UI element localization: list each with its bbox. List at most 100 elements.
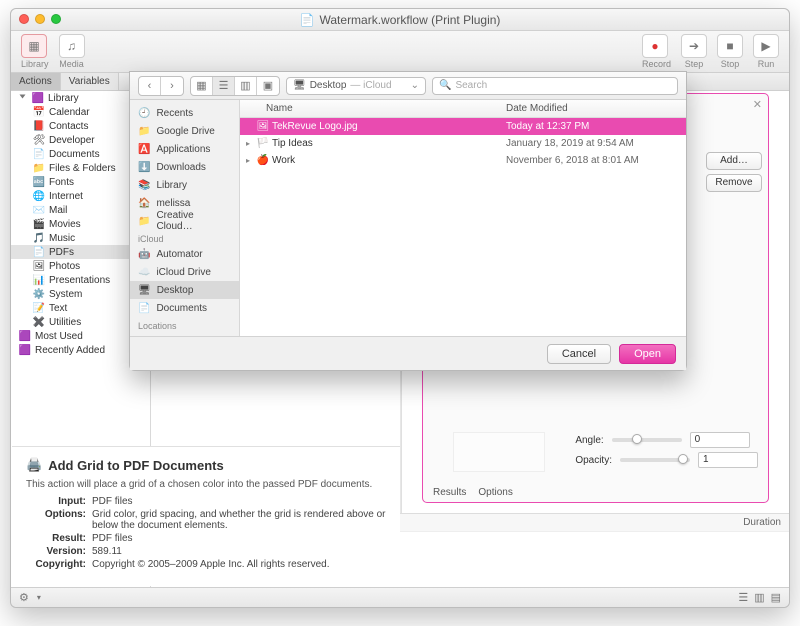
list-view-button[interactable]: ☰ [213,77,235,95]
category-icon: 🛠 [33,134,45,146]
folder-icon: 🏠 [138,198,150,209]
folder-icon: 📁 [138,126,150,137]
category-icon: 🎬 [33,218,45,230]
window-controls [19,14,61,24]
category-icon: 📊 [33,274,45,286]
icloud-documents[interactable]: 📄Documents [130,299,239,317]
opacity-field[interactable]: 1 [698,452,758,468]
favorite-google-drive[interactable]: 📁Google Drive [130,122,239,140]
description-summary: This action will place a grid of a chose… [26,479,386,490]
search-input[interactable]: 🔍 Search [432,77,678,95]
file-row[interactable]: ▸🍎WorkNovember 6, 2018 at 8:01 AM [240,152,686,169]
view-columns-icon[interactable]: ▥ [754,591,764,604]
action-description: 🖨️ Add Grid to PDF Documents This action… [12,446,400,586]
file-name: Work [270,155,506,166]
folder-icon: 🟪 [19,344,31,356]
view-list-icon[interactable]: ☰ [738,591,748,604]
column-view-button[interactable]: ▥ [235,77,257,95]
add-button[interactable]: Add… [706,152,762,170]
category-icon: 🔤 [33,176,45,188]
search-icon: 🔍 [439,80,451,91]
category-icon: ⚙️ [33,288,45,300]
view-mode-buttons: ▦ ☰ ▥ ▣ [190,76,280,96]
icon-view-button[interactable]: ▦ [191,77,213,95]
icloud-header: iCloud [130,230,239,245]
open-button[interactable]: Open [619,344,676,364]
icloud-desktop[interactable]: 🖥Desktop [130,281,239,299]
column-date[interactable]: Date Modified [506,103,686,114]
favorite-recents[interactable]: 🕘Recents [130,104,239,122]
category-icon: ✉️ [33,204,45,216]
view-timeline-icon[interactable]: ▤ [771,591,781,604]
category-icon: 📅 [33,106,45,118]
category-icon: 🎵 [33,232,45,244]
folder-icon: 🟪 [19,330,31,342]
description-title: Add Grid to PDF Documents [48,458,224,473]
angle-slider[interactable] [612,438,682,442]
app-window: 📄 Watermark.workflow (Print Plugin) ▦ Li… [10,8,790,608]
file-name: TekRevue Logo.jpg [270,121,506,132]
folder-icon: 🅰️ [138,144,150,155]
close-window-button[interactable] [19,14,29,24]
category-icon: 🖼 [33,260,45,272]
minimize-window-button[interactable] [35,14,45,24]
favorite-library[interactable]: 📚Library [130,176,239,194]
chevron-down-icon[interactable]: ▾ [37,593,41,602]
angle-label: Angle: [575,435,603,446]
tab-actions[interactable]: Actions [11,73,61,90]
results-tab[interactable]: Results [433,487,466,498]
disclosure-icon[interactable]: ▸ [246,139,256,148]
zoom-window-button[interactable] [51,14,61,24]
locations-header: Locations [130,317,239,332]
category-icon: ✖️ [33,316,45,328]
titlebar: 📄 Watermark.workflow (Print Plugin) [11,9,789,31]
opacity-slider[interactable] [620,458,690,462]
workflow-doc-icon: 📄 [300,13,315,27]
play-icon: ▶ [761,39,770,53]
library-button[interactable]: ▦ Library [21,34,49,69]
library-icon: 🟪 [32,92,44,104]
forward-button[interactable]: › [161,77,183,95]
dialog-sidebar: 🕘Recents📁Google Drive🅰️Applications⬇️Dow… [130,100,240,336]
file-name: Tip Ideas [270,138,506,149]
remove-button[interactable]: Remove [706,174,762,192]
record-button[interactable]: ● Record [642,34,671,69]
icloud-icloud-drive[interactable]: ☁️iCloud Drive [130,263,239,281]
favorite-applications[interactable]: 🅰️Applications [130,140,239,158]
folder-icon: 📚 [138,180,150,191]
file-list-header: Name Date Modified [240,100,686,118]
column-name[interactable]: Name [240,103,506,114]
options-tab[interactable]: Options [478,487,512,498]
gear-icon[interactable]: ⚙︎ [19,591,29,604]
icloud-automator[interactable]: 🤖Automator [130,245,239,263]
step-button[interactable]: ➔ Step [681,34,707,69]
chevron-up-down-icon: ⌄ [411,80,419,91]
category-icon: 📁 [33,162,45,174]
desktop-icon: 🖥 [293,80,306,91]
location-popup[interactable]: 🖥 Desktop — iCloud ⌄ [286,77,426,95]
window-title: Watermark.workflow (Print Plugin) [320,13,501,27]
file-open-dialog: ‹ › ▦ ☰ ▥ ▣ 🖥 Desktop — iCloud ⌄ 🔍 Searc… [129,71,687,371]
file-icon: 🖼 [256,121,270,132]
run-button[interactable]: ▶ Run [753,34,779,69]
folder-icon: 🕘 [138,108,150,119]
cancel-button[interactable]: Cancel [547,344,611,364]
close-action-button[interactable]: ✕ [753,98,762,111]
file-row[interactable]: 🖼TekRevue Logo.jpgToday at 12:37 PM [240,118,686,135]
step-icon: ➔ [689,39,699,53]
gallery-view-button[interactable]: ▣ [257,77,279,95]
back-button[interactable]: ‹ [139,77,161,95]
angle-field[interactable]: 0 [690,432,750,448]
stop-button[interactable]: ■ Stop [717,34,743,69]
music-icon: ♫ [67,39,76,53]
favorite-downloads[interactable]: ⬇️Downloads [130,158,239,176]
media-button[interactable]: ♫ Media [59,34,85,69]
category-icon: 📄 [33,246,45,258]
favorite-creative-cloud-[interactable]: 📁Creative Cloud… [130,212,239,230]
disclosure-icon[interactable]: ▸ [246,156,256,165]
tab-variables[interactable]: Variables [61,73,119,90]
category-icon: 🌐 [33,190,45,202]
file-row[interactable]: ▸🏳️Tip IdeasJanuary 18, 2019 at 9:54 AM [240,135,686,152]
category-icon: 📄 [33,148,45,160]
pdf-action-icon: 🖨️ [26,457,42,473]
